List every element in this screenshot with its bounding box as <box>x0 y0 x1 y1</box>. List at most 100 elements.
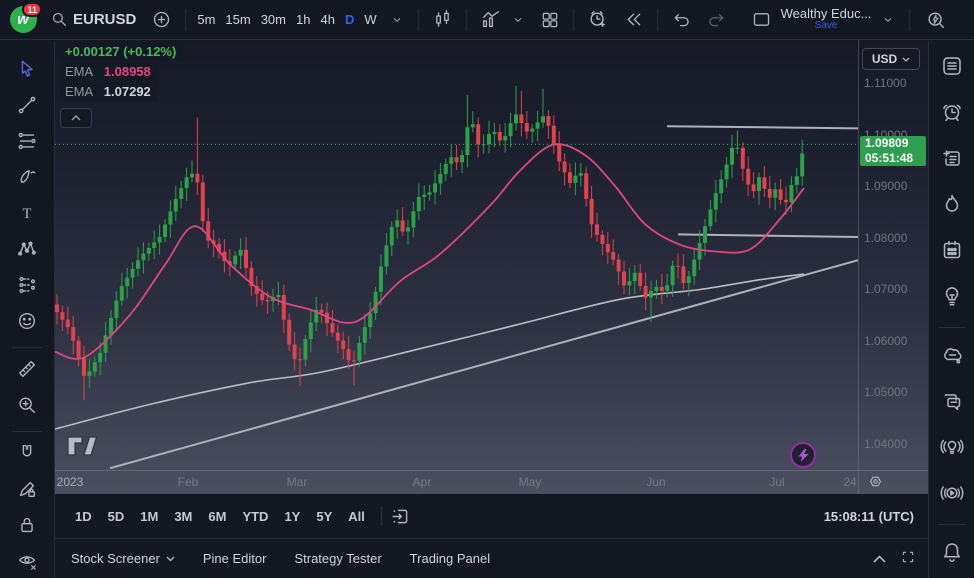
toolbar-divider <box>12 431 42 432</box>
layout-menu-chevron-icon[interactable] <box>873 6 903 34</box>
text-tool-button[interactable]: T <box>10 198 44 232</box>
price-axis[interactable]: USD 1.110001.100001.090001.080001.070001… <box>859 40 928 470</box>
alerts-panel-button[interactable] <box>935 97 969 131</box>
range-all-button[interactable]: All <box>341 505 372 528</box>
candle-body <box>465 127 469 155</box>
price-chart-canvas[interactable] <box>55 40 928 494</box>
lightning-boost-badge[interactable] <box>790 442 816 468</box>
price-tick-label: 1.09000 <box>864 179 907 193</box>
timeframe-30m[interactable]: 30m <box>256 6 291 34</box>
undo-button[interactable] <box>664 6 699 34</box>
range-5y-button[interactable]: 5Y <box>309 505 339 528</box>
trading-panel-tab[interactable]: Trading Panel <box>396 551 504 566</box>
timeframe-15m[interactable]: 15m <box>220 6 255 34</box>
layout-grid-button[interactable] <box>533 6 567 34</box>
xabcd-pattern-tool-button[interactable] <box>10 234 44 268</box>
timeframe-1h[interactable]: 1h <box>291 6 315 34</box>
strategy-tester-tab[interactable]: Strategy Tester <box>280 551 395 566</box>
legend-collapse-button[interactable] <box>60 108 92 128</box>
axis-settings-gear-icon[interactable] <box>867 474 884 494</box>
horizontal-segment[interactable] <box>667 126 858 128</box>
candle-body <box>665 285 669 291</box>
streams-panel-button[interactable] <box>935 432 969 466</box>
candle-body <box>120 286 124 300</box>
calendar-panel-button[interactable] <box>935 235 969 269</box>
lock-all-drawings-tool-button[interactable] <box>10 510 44 544</box>
candle-body <box>600 235 604 244</box>
candle-body <box>168 211 172 224</box>
range-5d-button[interactable]: 5D <box>101 505 132 528</box>
save-layout-button[interactable]: Wealthy Educ... Save <box>779 8 874 32</box>
ascending-trendline[interactable] <box>110 260 858 468</box>
candle-body <box>384 245 388 266</box>
stock-screener-tab[interactable]: Stock Screener <box>57 551 189 566</box>
legend-ema-slow-row[interactable]: EMA 1.07292 <box>60 82 158 101</box>
emoji-tool-button[interactable] <box>10 306 44 340</box>
live-panel-button[interactable] <box>935 478 969 512</box>
panel-maximize-button[interactable] <box>900 549 916 568</box>
user-menu-button[interactable]: w 11 <box>0 6 46 33</box>
pine-editor-tab[interactable]: Pine Editor <box>189 551 281 566</box>
current-price-badge: 1.09809 05:51:48 <box>860 136 926 166</box>
candle-body <box>590 199 594 224</box>
legend-ema-fast-row[interactable]: EMA 1.08958 <box>60 62 158 81</box>
timeframe-5m[interactable]: 5m <box>192 6 220 34</box>
range-ytd-button[interactable]: YTD <box>235 505 275 528</box>
time-tick-label: Jul <box>769 475 784 489</box>
price-tick-label: 1.11000 <box>864 76 907 90</box>
redo-button[interactable] <box>699 6 734 34</box>
range-1y-button[interactable]: 1Y <box>277 505 307 528</box>
notifications-panel-button[interactable] <box>935 537 969 571</box>
chats-panel-button[interactable] <box>935 386 969 420</box>
candle-body <box>233 256 237 265</box>
time-tick-label: 2023 <box>57 475 84 489</box>
chart-area[interactable]: +0.00127 (+0.12%) EMA 1.08958 EMA 1.0729… <box>55 40 928 494</box>
zoom-in-tool-button[interactable] <box>10 390 44 424</box>
cursor-tool-button[interactable] <box>10 54 44 88</box>
timeframe-1d-active[interactable]: D <box>340 6 359 34</box>
symbol-search-button[interactable]: EURUSD <box>46 10 144 29</box>
ema-slow-line[interactable] <box>55 274 804 429</box>
indicators-chevron-icon[interactable] <box>503 6 533 34</box>
text-icon: T <box>16 202 38 229</box>
range-1d-button[interactable]: 1D <box>68 505 99 528</box>
range-3m-button[interactable]: 3M <box>167 505 199 528</box>
plot-area[interactable] <box>55 86 858 469</box>
candle-body <box>660 287 664 291</box>
chat-cloud-panel-button[interactable] <box>935 340 969 374</box>
hotlists-panel-button[interactable] <box>935 189 969 223</box>
currency-selector[interactable]: USD <box>862 48 920 70</box>
brush-tool-button[interactable] <box>10 162 44 196</box>
chart-style-button[interactable] <box>425 6 460 34</box>
layout-rect-icon[interactable] <box>744 6 779 34</box>
compare-add-button[interactable] <box>144 6 179 34</box>
create-alert-button[interactable] <box>580 6 616 34</box>
drawing-mode-tool-button[interactable] <box>10 474 44 508</box>
hide-all-drawings-tool-button[interactable] <box>10 546 44 578</box>
ideas-panel-button[interactable] <box>935 281 969 315</box>
lock-all-drawings-icon <box>16 514 38 541</box>
trend-line-tool-button[interactable] <box>10 90 44 124</box>
quick-search-button[interactable] <box>918 6 954 34</box>
timeframe-1w[interactable]: W <box>359 6 381 34</box>
timeframe-4h[interactable]: 4h <box>315 6 339 34</box>
watchlist-panel-button[interactable] <box>935 51 969 85</box>
current-time-utc[interactable]: 15:08:11 (UTC) <box>824 509 914 524</box>
range-6m-button[interactable]: 6M <box>201 505 233 528</box>
fib-retracement-tool-button[interactable] <box>10 126 44 160</box>
legend-change-row[interactable]: +0.00127 (+0.12%) <box>60 42 183 61</box>
journal-plus-panel-button[interactable] <box>935 143 969 177</box>
candle-body <box>784 200 788 202</box>
timeframe-menu-chevron-icon[interactable] <box>382 6 412 34</box>
range-1m-button[interactable]: 1M <box>133 505 165 528</box>
ruler-tool-button[interactable] <box>10 354 44 388</box>
panel-expand-chevron-button[interactable] <box>873 551 886 566</box>
magnet-tool-button[interactable] <box>10 438 44 472</box>
forecast-tool-button[interactable] <box>10 270 44 304</box>
layout-name: Wealthy Educ... <box>781 8 872 20</box>
go-to-date-button[interactable] <box>390 506 411 527</box>
time-axis[interactable]: 2023FebMarAprMayJunJul24 <box>55 471 928 494</box>
ema-fast-line[interactable] <box>55 144 804 359</box>
bar-replay-button[interactable] <box>616 6 651 34</box>
candle-body <box>444 164 448 174</box>
